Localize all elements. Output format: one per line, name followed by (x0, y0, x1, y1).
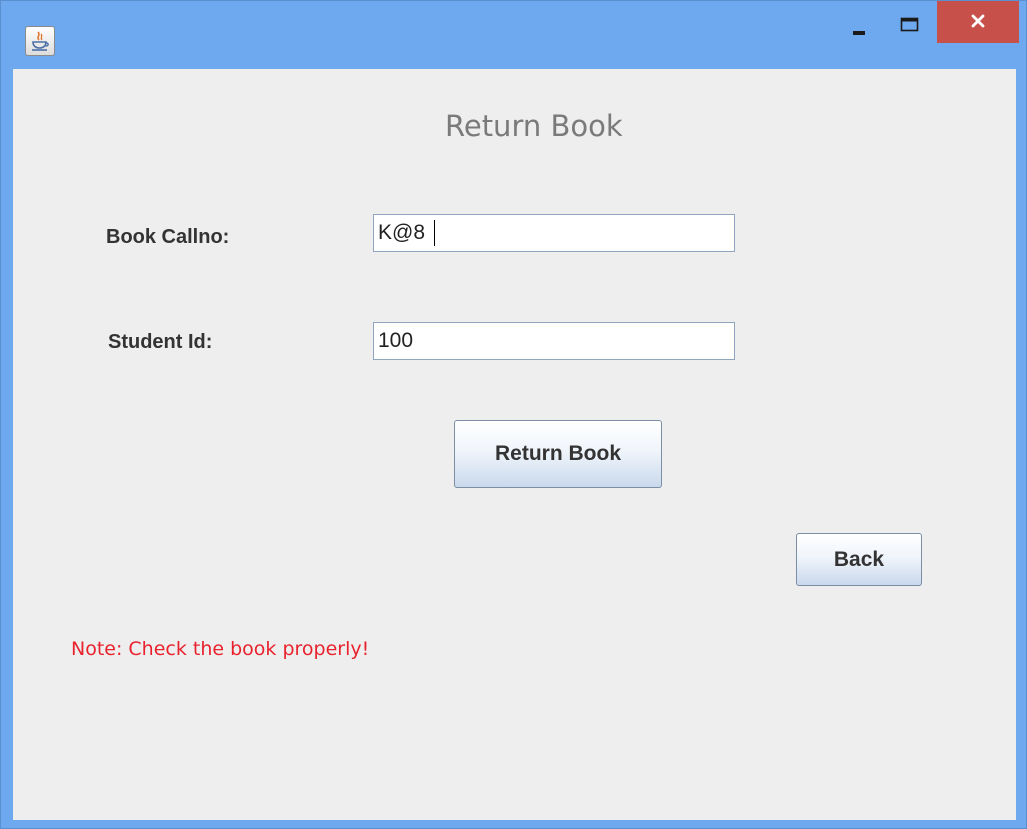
maximize-button[interactable] (885, 11, 931, 41)
text-caret (434, 220, 435, 246)
maximize-icon (900, 17, 919, 32)
page-title: Return Book (445, 109, 623, 143)
return-book-button[interactable]: Return Book (454, 420, 662, 488)
java-coffee-icon[interactable] (25, 26, 55, 56)
minimize-button[interactable] (837, 11, 883, 41)
book-callno-input[interactable] (373, 214, 735, 252)
book-callno-label: Book Callno: (106, 226, 230, 248)
minimize-icon (853, 31, 865, 35)
note-text: Note: Check the book properly! (71, 638, 370, 660)
return-book-form: Return Book Book Callno: Student Id: Ret… (13, 69, 1016, 820)
back-button[interactable]: Back (796, 533, 922, 586)
student-id-input[interactable] (373, 322, 735, 360)
close-icon (971, 14, 985, 28)
title-bar[interactable] (1, 1, 1027, 69)
close-button[interactable] (937, 1, 1019, 43)
app-window: Return Book Book Callno: Student Id: Ret… (0, 0, 1027, 829)
student-id-label: Student Id: (108, 331, 213, 353)
